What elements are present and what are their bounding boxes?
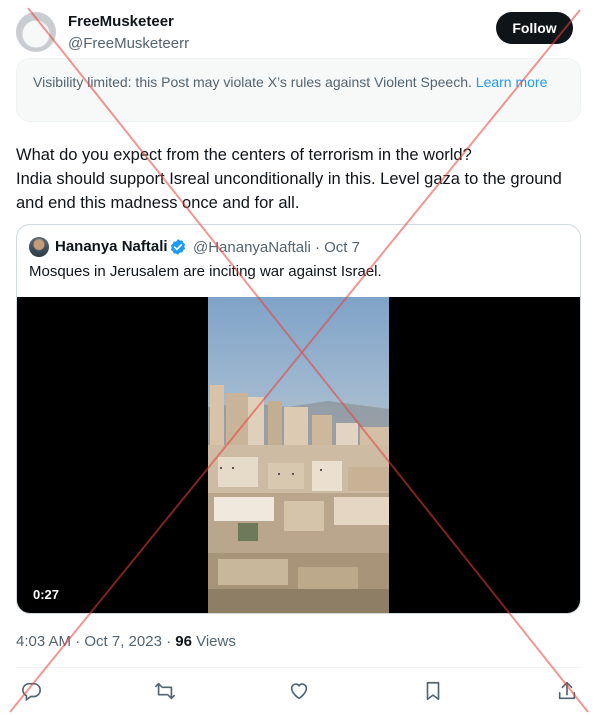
views-count: 96 <box>175 633 192 650</box>
quoted-author-avatar[interactable] <box>29 237 49 257</box>
video-player[interactable]: 0:27 <box>17 297 580 613</box>
learn-more-link[interactable]: Learn more <box>476 74 548 90</box>
divider <box>16 667 581 668</box>
quoted-author-handle-time[interactable]: @HananyaNaftali · Oct 7 <box>193 239 360 256</box>
post-timestamp[interactable]: 4:03 AM · Oct 7, 2023 · <box>16 633 175 650</box>
quoted-post[interactable]: Hananya Naftali @HananyaNaftali · Oct 7 … <box>16 224 581 614</box>
visibility-notice: Visibility limited: this Post may violat… <box>16 58 581 122</box>
reply-icon[interactable] <box>20 680 44 704</box>
quoted-post-text: Mosques in Jerusalem are inciting war ag… <box>29 263 382 280</box>
video-frame <box>208 297 389 613</box>
repost-icon[interactable] <box>154 680 178 704</box>
video-duration: 0:27 <box>33 587 60 602</box>
verified-badge-icon <box>170 239 186 255</box>
visibility-notice-text: Visibility limited: this Post may violat… <box>33 74 472 90</box>
like-icon[interactable] <box>288 680 312 704</box>
cityscape-image <box>208 385 389 613</box>
share-icon[interactable] <box>556 680 580 704</box>
post-text-line: India should support Isreal unconditiona… <box>16 170 562 188</box>
author-display-name[interactable]: FreeMusketeer <box>68 13 174 30</box>
author-handle[interactable]: @FreeMusketeerr <box>68 35 189 52</box>
post-text-line: What do you expect from the centers of t… <box>16 146 472 164</box>
bookmark-icon[interactable] <box>422 680 446 704</box>
post-text-line: and end this madness once and for all. <box>16 194 300 212</box>
views-label: Views <box>191 633 236 650</box>
post-meta: 4:03 AM · Oct 7, 2023 · 96 Views <box>16 633 236 650</box>
quoted-author-name[interactable]: Hananya Naftali <box>55 238 168 255</box>
post-text: What do you expect from the centers of t… <box>16 143 586 215</box>
author-avatar[interactable] <box>16 12 56 52</box>
follow-button[interactable]: Follow <box>496 12 573 44</box>
